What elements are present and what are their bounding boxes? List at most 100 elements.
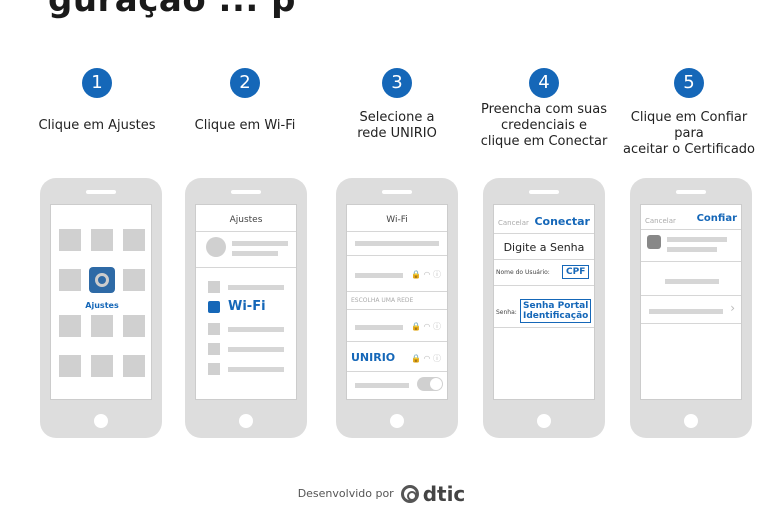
- username-label: Nome do Usuário:: [496, 269, 550, 276]
- placeholder-bar: [228, 347, 284, 352]
- phone-home-button: [94, 414, 108, 428]
- footer: Desenvolvido por dtic: [0, 482, 763, 506]
- network-unirio[interactable]: UNIRIO: [351, 351, 395, 364]
- divider: [641, 229, 741, 230]
- toggle-knob: [430, 378, 442, 390]
- settings-app-label: Ajustes: [85, 301, 119, 310]
- phone-speaker: [676, 190, 706, 194]
- phone-mockup-5: Cancelar Confiar ›: [630, 178, 752, 438]
- placeholder-bar: [667, 247, 717, 252]
- step-2: 2 Clique em Wi-Fi: [170, 68, 320, 134]
- placeholder-bar: [355, 383, 409, 388]
- password-field[interactable]: Senha Portal Identificação: [520, 299, 592, 323]
- divider: [347, 291, 447, 292]
- divider: [494, 327, 594, 328]
- step-number-badge: 3: [382, 68, 412, 98]
- app-icon-placeholder: [59, 315, 81, 337]
- app-icon-placeholder: [91, 355, 113, 377]
- placeholder-bar: [232, 241, 288, 246]
- avatar: [206, 237, 226, 257]
- dtic-brand: dtic: [422, 482, 466, 506]
- placeholder-bar: [228, 285, 284, 290]
- placeholder-bar: [228, 367, 284, 372]
- list-icon-placeholder: [208, 363, 220, 375]
- lock-wifi-info-icon: 🔒 ◠ ⓘ: [411, 354, 442, 363]
- page-title-fragment: guração ... p: [48, 0, 296, 20]
- divider: [196, 267, 296, 268]
- step-caption: Selecione a rede UNIRIO: [357, 110, 437, 141]
- divider: [347, 255, 447, 256]
- password-prompt: Digite a Senha: [503, 241, 585, 254]
- app-icon-placeholder: [91, 229, 113, 251]
- trust-button[interactable]: Confiar: [697, 213, 737, 224]
- app-icon-placeholder: [91, 315, 113, 337]
- step-number-badge: 5: [674, 68, 704, 98]
- divider: [347, 309, 447, 310]
- placeholder-bar: [355, 241, 439, 246]
- settings-app-icon[interactable]: [89, 267, 115, 293]
- placeholder-bar: [355, 273, 403, 278]
- placeholder-bar: [667, 237, 727, 242]
- connect-button[interactable]: Conectar: [534, 215, 590, 228]
- divider: [494, 233, 594, 234]
- app-icon-placeholder: [59, 355, 81, 377]
- step-caption: Clique em Wi-Fi: [194, 118, 296, 133]
- app-icon-placeholder: [123, 229, 145, 251]
- app-icon-placeholder: [59, 229, 81, 251]
- placeholder-bar: [232, 251, 278, 256]
- divider: [641, 323, 741, 324]
- step-caption: Preencha com suas credenciais e clique e…: [480, 102, 608, 149]
- certificate-icon: [647, 235, 661, 249]
- step-caption: Clique em Confiar para aceitar o Certifi…: [623, 110, 755, 157]
- list-icon-placeholder: [208, 323, 220, 335]
- step-4: 4 Preencha com suas credenciais e clique…: [469, 68, 619, 150]
- phone-home-button: [684, 414, 698, 428]
- phone-mockup-2: Ajustes Wi-Fi: [185, 178, 307, 438]
- app-icon-placeholder: [59, 269, 81, 291]
- phone-screen-settings: Ajustes Wi-Fi: [195, 204, 297, 400]
- phone-screen-certificate: Cancelar Confiar ›: [640, 204, 742, 400]
- placeholder-bar: [665, 279, 719, 284]
- choose-network-label: ESCOLHA UMA REDE: [351, 297, 414, 304]
- placeholder-bar: [228, 327, 284, 332]
- placeholder-bar: [355, 325, 403, 330]
- lock-wifi-info-icon: 🔒 ◠ ⓘ: [411, 322, 442, 331]
- app-icon-placeholder: [123, 355, 145, 377]
- divider: [641, 261, 741, 262]
- toggle-switch: [417, 377, 443, 391]
- phone-mockup-1: Ajustes: [40, 178, 162, 438]
- divider: [347, 341, 447, 342]
- phone-speaker: [382, 190, 412, 194]
- footer-credit: Desenvolvido por: [297, 487, 394, 500]
- step-5: 5 Clique em Confiar para aceitar o Certi…: [614, 68, 763, 158]
- phone-speaker: [86, 190, 116, 194]
- divider: [494, 259, 594, 260]
- chevron-right-icon: ›: [730, 301, 735, 315]
- list-icon-placeholder: [208, 343, 220, 355]
- phone-home-button: [239, 414, 253, 428]
- screen-title: Ajustes: [229, 215, 263, 225]
- cancel-button[interactable]: Cancelar: [498, 219, 529, 227]
- step-caption: Clique em Ajustes: [38, 118, 156, 133]
- username-field[interactable]: CPF: [562, 265, 590, 279]
- cancel-button[interactable]: Cancelar: [645, 217, 676, 225]
- dtic-logo-icon: [401, 485, 420, 503]
- phone-speaker: [231, 190, 261, 194]
- phone-mockup-4: Cancelar Conectar Digite a Senha Nome do…: [483, 178, 605, 438]
- phone-speaker: [529, 190, 559, 194]
- list-icon-placeholder: [208, 281, 220, 293]
- phone-home-button: [390, 414, 404, 428]
- wifi-icon: [208, 301, 220, 313]
- phone-home-button: [537, 414, 551, 428]
- step-number-badge: 4: [529, 68, 559, 98]
- divider: [347, 371, 447, 372]
- divider: [494, 285, 594, 286]
- phone-screen-home: Ajustes: [50, 204, 152, 400]
- phone-screen-credentials: Cancelar Conectar Digite a Senha Nome do…: [493, 204, 595, 400]
- phone-screen-wifi: Wi-Fi 🔒 ◠ ⓘ ESCOLHA UMA REDE 🔒 ◠ ⓘ UNIRI…: [346, 204, 448, 400]
- step-3: 3 Selecione a rede UNIRIO: [322, 68, 472, 142]
- wifi-menu-item[interactable]: Wi-Fi: [228, 299, 266, 314]
- app-icon-placeholder: [123, 269, 145, 291]
- password-label: Senha:: [496, 309, 517, 316]
- phone-mockup-3: Wi-Fi 🔒 ◠ ⓘ ESCOLHA UMA REDE 🔒 ◠ ⓘ UNIRI…: [336, 178, 458, 438]
